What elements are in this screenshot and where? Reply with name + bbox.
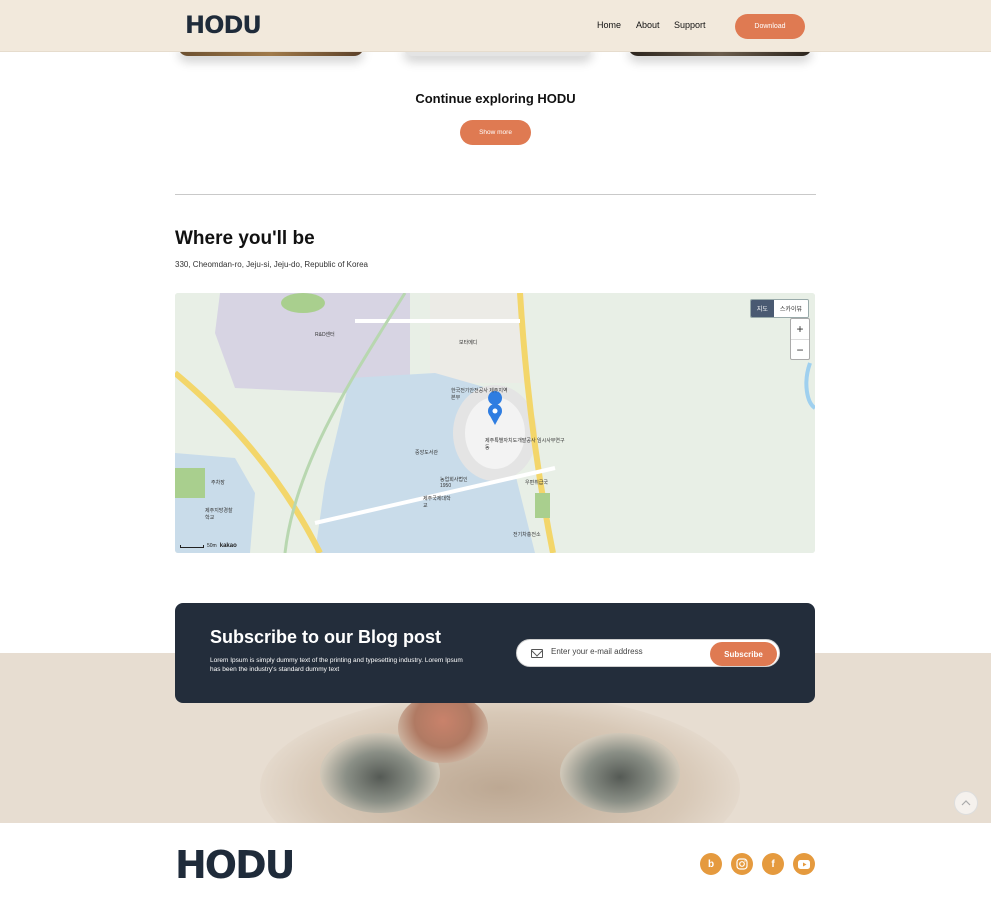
map-zoom-control: + − xyxy=(790,318,810,360)
email-input[interactable] xyxy=(551,647,701,656)
subscribe-panel: Subscribe to our Blog post Lorem Ipsum i… xyxy=(175,603,815,703)
map-label-library[interactable]: 중앙도서관 xyxy=(415,449,438,456)
map-label-police[interactable]: 제주지방경찰학교 xyxy=(205,507,235,521)
map-label-jpdc[interactable]: 제주특별자치도개발공사 임시사무연구동 xyxy=(485,437,565,451)
subscribe-button[interactable]: Subscribe xyxy=(710,642,777,666)
map-label-parking[interactable]: 주차장 xyxy=(211,479,225,486)
map-type-toggle: 지도 스카이뷰 xyxy=(749,299,809,318)
cat-eye-right xyxy=(560,733,680,813)
location-title: Where you'll be xyxy=(175,228,315,249)
map-label-botamedi[interactable]: 보타메디 xyxy=(459,339,477,346)
skyview-button[interactable]: 스카이뷰 xyxy=(773,300,808,317)
zoom-out-button[interactable]: − xyxy=(791,339,809,359)
location-map[interactable]: R&D센터 보타메디 한국전기안전공사 제주지역본부 제주특별자치도개발공사 임… xyxy=(175,293,815,553)
continue-exploring-title: Continue exploring HODU xyxy=(415,91,576,106)
section-divider xyxy=(175,194,816,195)
scroll-to-top-button[interactable] xyxy=(954,791,978,815)
scale-label: 50m xyxy=(207,543,217,549)
nav-about[interactable]: About xyxy=(636,20,660,30)
subscribe-title: Subscribe to our Blog post xyxy=(210,627,442,647)
instagram-glyph xyxy=(736,858,748,870)
subscribe-form: Subscribe xyxy=(516,639,780,667)
facebook-icon[interactable]: f xyxy=(762,853,784,875)
map-label-1950[interactable]: 농업회사법인 1950 xyxy=(440,476,480,489)
footer-logo[interactable]: HODU xyxy=(175,843,296,887)
map-label-univ[interactable]: 제주국제대학교 xyxy=(423,495,453,509)
map-canvas xyxy=(175,293,815,553)
download-button[interactable]: Download xyxy=(735,14,805,39)
youtube-glyph xyxy=(798,859,810,869)
subscribe-description: Lorem Ipsum is simply dummy text of the … xyxy=(210,657,463,673)
map-label-post[interactable]: 우편취급국 xyxy=(525,479,548,486)
youtube-icon[interactable] xyxy=(793,853,815,875)
show-more-button[interactable]: Show more xyxy=(460,120,531,145)
map-label-kesco[interactable]: 한국전기안전공사 제주지역본부 xyxy=(451,387,511,401)
nav-home[interactable]: Home xyxy=(597,20,621,30)
location-address: 330, Cheomdan-ro, Jeju-si, Jeju-do, Repu… xyxy=(175,260,368,269)
blog-icon[interactable]: b xyxy=(700,853,722,875)
mail-icon xyxy=(531,649,543,658)
map-label-ev[interactable]: 전기차충전소 xyxy=(513,531,541,538)
map-scale: 50m kakao xyxy=(180,543,237,549)
instagram-icon[interactable] xyxy=(731,853,753,875)
scale-bar xyxy=(180,544,204,548)
header-logo[interactable]: HODU xyxy=(185,11,262,39)
zoom-in-button[interactable]: + xyxy=(791,319,809,339)
map-view-button[interactable]: 지도 xyxy=(750,300,774,317)
nav-support[interactable]: Support xyxy=(674,20,706,30)
chevron-up-icon xyxy=(961,800,971,806)
cat-nose xyxy=(398,693,488,763)
site-header: HODU Home About Support Download xyxy=(0,0,991,52)
map-brand[interactable]: kakao xyxy=(220,543,237,549)
map-label-rnd[interactable]: R&D센터 xyxy=(315,331,335,338)
